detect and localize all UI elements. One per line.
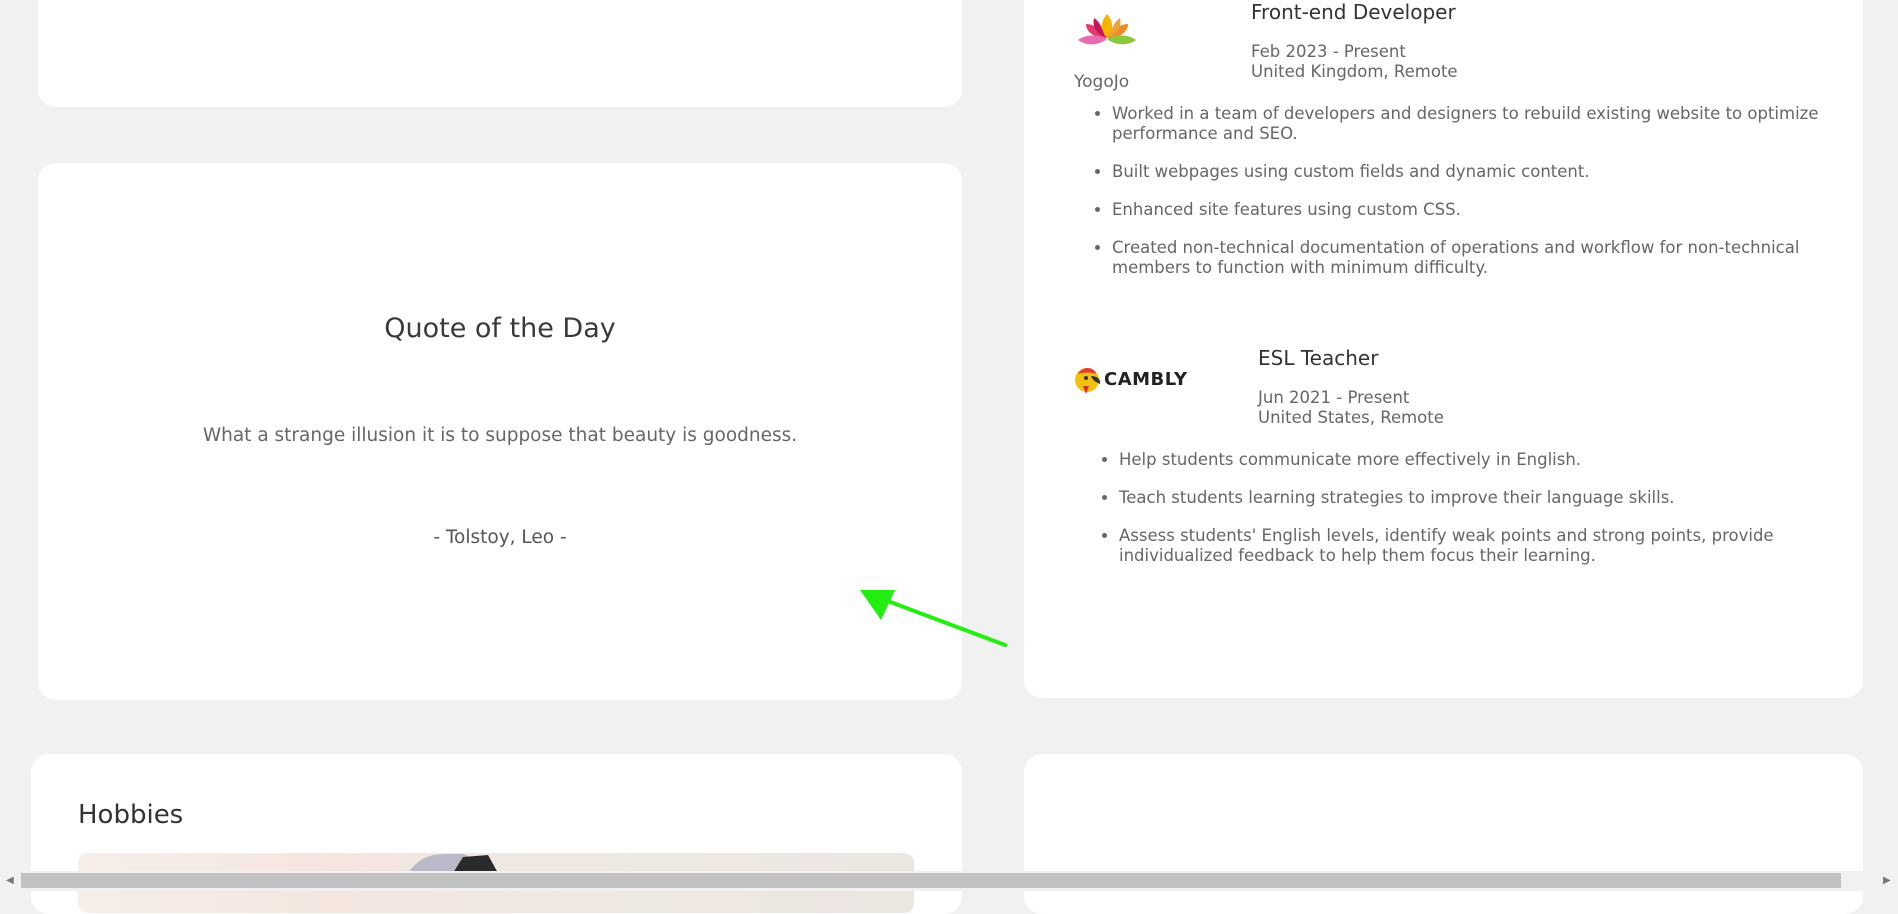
top-left-card bbox=[38, 0, 962, 107]
job-title: Front-end Developer bbox=[1251, 0, 1456, 24]
scrollbar-thumb[interactable] bbox=[21, 873, 1841, 888]
horizontal-scrollbar[interactable]: ◀ ▶ bbox=[0, 871, 1898, 891]
cambly-logo: CAMBLY bbox=[1074, 364, 1187, 394]
job-bullet: Worked in a team of developers and desig… bbox=[1112, 104, 1842, 144]
quote-title: Quote of the Day bbox=[384, 313, 616, 344]
cambly-logo-text: CAMBLY bbox=[1104, 368, 1188, 390]
job-bullet: Created non-technical documentation of o… bbox=[1112, 238, 1842, 278]
scroll-right-arrow[interactable]: ▶ bbox=[1883, 875, 1891, 886]
job-location: United States, Remote bbox=[1258, 408, 1444, 427]
job-bullets: Help students communicate more effective… bbox=[1097, 450, 1839, 584]
hobbies-title: Hobbies bbox=[78, 800, 184, 830]
quote-of-the-day-card: Quote of the Day What a strange illusion… bbox=[38, 163, 962, 700]
job-dates: Feb 2023 - Present bbox=[1251, 42, 1406, 61]
pointer-arrow-icon bbox=[860, 590, 1007, 647]
yogojo-lotus-icon bbox=[1078, 14, 1136, 45]
job-bullet: Help students communicate more effective… bbox=[1119, 450, 1839, 470]
quote-author: - Tolstoy, Leo - bbox=[433, 527, 567, 548]
quote-text: What a strange illusion it is to suppose… bbox=[202, 425, 798, 446]
hobbies-photo-figure bbox=[408, 854, 498, 873]
cambly-parrot-icon bbox=[1075, 368, 1101, 394]
job-bullet: Teach students learning strategies to im… bbox=[1119, 488, 1839, 508]
job-location: United Kingdom, Remote bbox=[1251, 62, 1458, 81]
job-bullet: Built webpages using custom fields and d… bbox=[1112, 162, 1842, 182]
scroll-left-arrow[interactable]: ◀ bbox=[6, 875, 14, 886]
job-dates: Jun 2021 - Present bbox=[1258, 388, 1410, 407]
job-title: ESL Teacher bbox=[1258, 346, 1379, 370]
experience-card: YogoJo Front-end Developer Feb 2023 - Pr… bbox=[1024, 0, 1863, 698]
job-bullets: Worked in a team of developers and desig… bbox=[1090, 104, 1842, 296]
job-bullet: Assess students' English levels, identif… bbox=[1119, 526, 1839, 566]
yogojo-logo-text: YogoJo bbox=[1074, 72, 1130, 92]
job-bullet: Enhanced site features using custom CSS. bbox=[1112, 200, 1842, 220]
yogojo-logo: YogoJo bbox=[1072, 8, 1142, 92]
